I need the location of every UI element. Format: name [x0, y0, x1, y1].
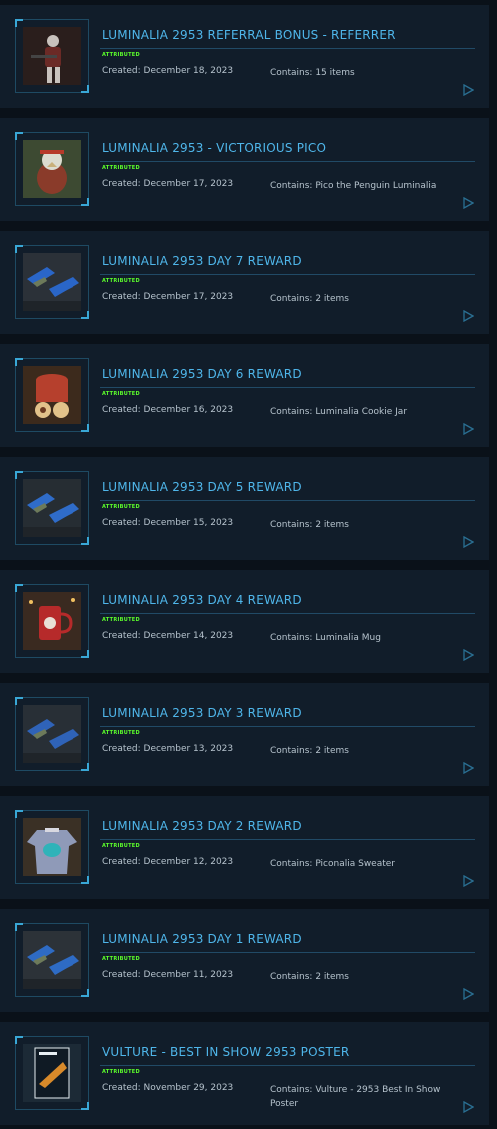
item-title[interactable]: LUMINALIA 2953 DAY 3 REWARD	[102, 706, 302, 720]
created-date: Created: December 13, 2023	[102, 744, 234, 754]
item-thumbnail-image	[23, 253, 81, 311]
title-divider	[100, 952, 475, 953]
pledge-item-card[interactable]: LUMINALIA 2953 - VICTORIOUS PICO ATTRIBU…	[0, 118, 489, 221]
title-divider	[100, 726, 475, 727]
contains-summary: Contains: 2 items	[270, 294, 349, 304]
title-divider	[100, 387, 475, 388]
item-title[interactable]: LUMINALIA 2953 DAY 6 REWARD	[102, 367, 302, 381]
item-title[interactable]: LUMINALIA 2953 - VICTORIOUS PICO	[102, 141, 326, 155]
contains-summary: Contains: Luminalia Mug	[270, 633, 381, 643]
item-thumbnail-frame[interactable]	[15, 358, 89, 432]
pledge-item-card[interactable]: LUMINALIA 2953 DAY 3 REWARD ATTRIBUTED C…	[0, 683, 489, 786]
item-title[interactable]: LUMINALIA 2953 DAY 1 REWARD	[102, 932, 302, 946]
play-triangle-icon[interactable]	[462, 81, 475, 97]
play-triangle-icon[interactable]	[462, 759, 475, 775]
item-thumbnail-frame[interactable]	[15, 697, 89, 771]
created-date: Created: December 17, 2023	[102, 179, 234, 189]
item-thumbnail-frame[interactable]	[15, 19, 89, 93]
pledge-item-card[interactable]: LUMINALIA 2953 DAY 4 REWARD ATTRIBUTED C…	[0, 570, 489, 673]
title-divider	[100, 48, 475, 49]
created-date: Created: December 18, 2023	[102, 66, 234, 76]
play-triangle-icon[interactable]	[462, 533, 475, 549]
contains-summary: Contains: Vulture - 2953 Best In Show Po…	[270, 1085, 441, 1109]
title-divider	[100, 613, 475, 614]
status-badge: ATTRIBUTED	[102, 843, 140, 849]
title-divider	[100, 161, 475, 162]
item-thumbnail-image	[23, 1044, 81, 1102]
created-date: Created: December 16, 2023	[102, 405, 234, 415]
created-date: Created: December 17, 2023	[102, 292, 234, 302]
contains-summary: Contains: Luminalia Cookie Jar	[270, 407, 408, 417]
title-divider	[100, 274, 475, 275]
created-date: Created: December 14, 2023	[102, 631, 234, 641]
item-title[interactable]: LUMINALIA 2953 DAY 2 REWARD	[102, 819, 302, 833]
item-thumbnail-image	[23, 366, 81, 424]
item-title[interactable]: LUMINALIA 2953 DAY 4 REWARD	[102, 593, 302, 607]
pledge-item-card[interactable]: LUMINALIA 2953 DAY 5 REWARD ATTRIBUTED C…	[0, 457, 489, 560]
play-triangle-icon[interactable]	[462, 985, 475, 1001]
status-badge: ATTRIBUTED	[102, 391, 140, 397]
title-divider	[100, 500, 475, 501]
item-thumbnail-image	[23, 818, 81, 876]
item-thumbnail-image	[23, 479, 81, 537]
pledge-item-card[interactable]: VULTURE - BEST IN SHOW 2953 POSTER ATTRI…	[0, 1022, 489, 1125]
contains-summary: Contains: 2 items	[270, 520, 349, 530]
pledge-item-card[interactable]: LUMINALIA 2953 DAY 6 REWARD ATTRIBUTED C…	[0, 344, 489, 447]
play-triangle-icon[interactable]	[462, 646, 475, 662]
item-thumbnail-frame[interactable]	[15, 245, 89, 319]
title-divider	[100, 1065, 475, 1066]
status-badge: ATTRIBUTED	[102, 504, 140, 510]
item-title[interactable]: LUMINALIA 2953 DAY 7 REWARD	[102, 254, 302, 268]
item-thumbnail-frame[interactable]	[15, 471, 89, 545]
play-triangle-icon[interactable]	[462, 1098, 475, 1114]
item-thumbnail-image	[23, 931, 81, 989]
created-date: Created: December 12, 2023	[102, 857, 234, 867]
status-badge: ATTRIBUTED	[102, 165, 140, 171]
item-thumbnail-frame[interactable]	[15, 584, 89, 658]
status-badge: ATTRIBUTED	[102, 278, 140, 284]
item-thumbnail-image	[23, 705, 81, 763]
created-date: Created: November 29, 2023	[102, 1083, 234, 1093]
item-thumbnail-frame[interactable]	[15, 132, 89, 206]
contains-summary: Contains: 15 items	[270, 68, 355, 78]
item-title[interactable]: VULTURE - BEST IN SHOW 2953 POSTER	[102, 1045, 349, 1059]
play-triangle-icon[interactable]	[462, 872, 475, 888]
pledge-item-card[interactable]: LUMINALIA 2953 REFERRAL BONUS - REFERRER…	[0, 5, 489, 108]
pledge-item-card[interactable]: LUMINALIA 2953 DAY 1 REWARD ATTRIBUTED C…	[0, 909, 489, 1012]
contains-summary: Contains: Pico the Penguin Luminalia	[270, 181, 437, 191]
status-badge: ATTRIBUTED	[102, 617, 140, 623]
created-date: Created: December 11, 2023	[102, 970, 234, 980]
pledge-item-card[interactable]: LUMINALIA 2953 DAY 2 REWARD ATTRIBUTED C…	[0, 796, 489, 899]
contains-summary: Contains: 2 items	[270, 972, 349, 982]
pledge-item-card[interactable]: LUMINALIA 2953 DAY 7 REWARD ATTRIBUTED C…	[0, 231, 489, 334]
status-badge: ATTRIBUTED	[102, 956, 140, 962]
status-badge: ATTRIBUTED	[102, 1069, 140, 1075]
contains-summary: Contains: Piconalia Sweater	[270, 859, 395, 869]
item-thumbnail-image	[23, 592, 81, 650]
item-thumbnail-frame[interactable]	[15, 1036, 89, 1110]
contains-summary: Contains: 2 items	[270, 746, 349, 756]
play-triangle-icon[interactable]	[462, 420, 475, 436]
status-badge: ATTRIBUTED	[102, 52, 140, 58]
item-title[interactable]: LUMINALIA 2953 DAY 5 REWARD	[102, 480, 302, 494]
title-divider	[100, 839, 475, 840]
created-date: Created: December 15, 2023	[102, 518, 234, 528]
play-triangle-icon[interactable]	[462, 307, 475, 323]
status-badge: ATTRIBUTED	[102, 730, 140, 736]
item-thumbnail-frame[interactable]	[15, 810, 89, 884]
item-title[interactable]: LUMINALIA 2953 REFERRAL BONUS - REFERRER	[102, 28, 396, 42]
item-thumbnail-frame[interactable]	[15, 923, 89, 997]
play-triangle-icon[interactable]	[462, 194, 475, 210]
item-thumbnail-image	[23, 27, 81, 85]
item-thumbnail-image	[23, 140, 81, 198]
pledge-item-list: LUMINALIA 2953 REFERRAL BONUS - REFERRER…	[0, 0, 497, 1129]
